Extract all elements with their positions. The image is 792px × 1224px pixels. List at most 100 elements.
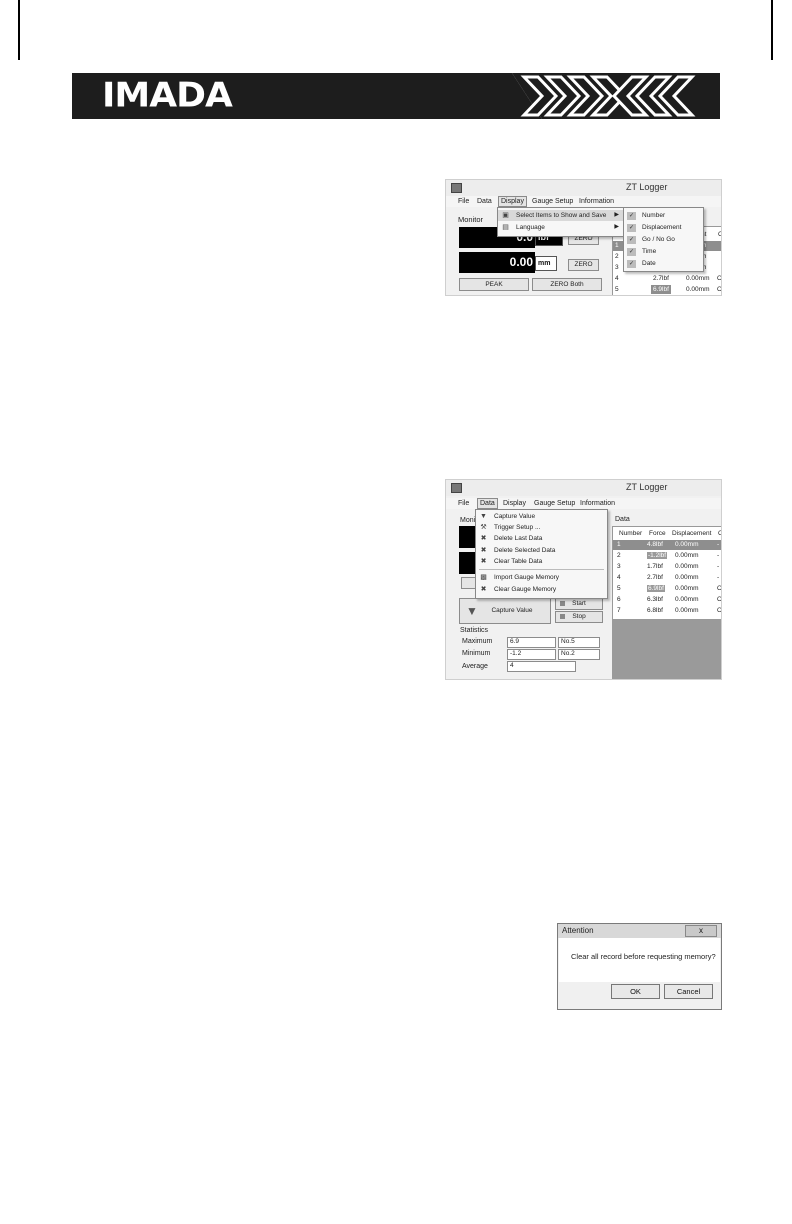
attention-dialog: Attention x Clear all record before requ… xyxy=(557,923,722,1010)
menu-information[interactable]: Information xyxy=(580,500,615,507)
window-title: ZT Logger xyxy=(626,482,668,492)
column-header-number[interactable]: Number xyxy=(619,530,642,537)
table-row[interactable]: 2 xyxy=(617,552,621,559)
close-button[interactable]: x xyxy=(685,925,717,937)
table-cell: 0.00mm xyxy=(675,563,699,570)
submenu-item-time[interactable]: ✓ Time xyxy=(624,246,703,257)
delete-icon: ✖ xyxy=(480,586,487,593)
menu-gauge-setup[interactable]: Gauge Setup xyxy=(532,198,573,205)
table-cell: 2.7lbf xyxy=(653,275,669,282)
menu-item-language[interactable]: ▤ Language ▶ xyxy=(498,222,623,233)
window-title: ZT Logger xyxy=(626,182,668,192)
data-table: Number Force Displacement C 1 4.8lbf 0.00m… xyxy=(612,526,721,620)
capture-value-button[interactable]: ▼ Capture Value xyxy=(459,598,551,624)
menu-display[interactable]: Display xyxy=(498,196,527,207)
stat-label-maximum: Maximum xyxy=(462,638,493,645)
menu-item-select-items[interactable]: ▣ Select Items to Show and Save ▶ xyxy=(498,210,623,221)
table-cell: - xyxy=(717,541,720,548)
title-bar: ZT Logger xyxy=(446,480,721,496)
ok-button[interactable]: OK xyxy=(611,984,660,999)
stat-no-minimum: No.2 xyxy=(558,649,600,660)
menu-information[interactable]: Information xyxy=(579,198,614,205)
data-menu: ▼ Capture Value ⚒ Trigger Setup ... ✖ Delet… xyxy=(475,509,608,599)
start-button[interactable]: Start xyxy=(555,598,603,610)
table-cell: 4.8lbf xyxy=(647,541,663,548)
language-icon: ▤ xyxy=(502,224,509,231)
menu-item-trigger-setup[interactable]: ⚒ Trigger Setup ... xyxy=(476,522,607,533)
zero-displacement-button[interactable]: ZERO xyxy=(568,259,599,271)
table-row[interactable]: 3 xyxy=(615,264,619,271)
menu-item-capture-value[interactable]: ▼ Capture Value xyxy=(476,511,607,522)
menu-data[interactable]: Data xyxy=(477,198,492,205)
menu-data[interactable]: Data xyxy=(477,498,498,509)
menu-bar: File Data Display Gauge Setup Informatio… xyxy=(446,498,721,509)
table-cell: O xyxy=(717,286,722,293)
wrench-icon: ⚒ xyxy=(480,524,487,531)
submenu-item-date[interactable]: ✓ Date xyxy=(624,258,703,269)
table-cell: - xyxy=(717,574,720,581)
dialog-title: Attention xyxy=(562,926,594,935)
title-bar: ZT Logger xyxy=(446,180,721,196)
table-row[interactable]: 5 xyxy=(615,286,619,293)
table-row[interactable]: 4 xyxy=(617,574,621,581)
column-header-c[interactable]: C xyxy=(718,530,721,537)
table-row[interactable]: 6 xyxy=(617,596,621,603)
table-row[interactable]: 3 xyxy=(617,563,621,570)
stop-icon xyxy=(560,614,565,619)
table-cell: -1.2lbf xyxy=(647,552,668,559)
stat-no-maximum: No.5 xyxy=(558,637,600,648)
column-header-fragment: C xyxy=(718,231,721,238)
zt-logger-window-data-menu: ZT Logger File Data Display Gauge Setup … xyxy=(445,479,722,680)
table-row[interactable]: 1 xyxy=(617,541,621,548)
dialog-title-bar: Attention x xyxy=(558,924,721,938)
stop-button[interactable]: Stop xyxy=(555,611,603,623)
column-header-displacement[interactable]: Displacement xyxy=(672,530,711,537)
table-cell: 0.00mm xyxy=(675,552,699,559)
select-items-submenu: ✓ Number ✓ Displacement ✓ Go / No Go ✓ Time … xyxy=(623,207,704,272)
statistics-label: Statistics xyxy=(460,627,489,634)
data-label: Data xyxy=(615,516,630,523)
stat-label-average: Average xyxy=(462,663,488,670)
table-cell: 0.00mm xyxy=(675,596,699,603)
monitor-label: Monitor xyxy=(458,215,484,224)
menu-item-delete-last-data[interactable]: ✖ Delete Last Data xyxy=(476,533,607,544)
header-banner: IMADA xyxy=(72,73,720,119)
peak-button[interactable]: PEAK xyxy=(459,278,529,291)
stat-value-average: 4 xyxy=(507,661,576,672)
cancel-button[interactable]: Cancel xyxy=(664,984,713,999)
submenu-arrow-icon: ▶ xyxy=(614,212,619,218)
menu-item-clear-table-data[interactable]: ✖ Clear Table Data xyxy=(476,556,607,567)
delete-icon: ✖ xyxy=(480,547,487,554)
submenu-item-go-no-go[interactable]: ✓ Go / No Go xyxy=(624,234,703,245)
submenu-item-number[interactable]: ✓ Number xyxy=(624,210,703,221)
crop-mark-top-right xyxy=(771,0,773,60)
table-row[interactable]: 5 xyxy=(617,585,621,592)
menu-file[interactable]: File xyxy=(458,500,469,507)
menu-gauge-setup[interactable]: Gauge Setup xyxy=(534,500,575,507)
table-cell: 1.7lbf xyxy=(647,563,663,570)
menu-item-delete-selected-data[interactable]: ✖ Delete Selected Data xyxy=(476,545,607,556)
menu-display[interactable]: Display xyxy=(503,500,526,507)
app-icon xyxy=(451,183,462,193)
monitor-label: Moni xyxy=(460,517,476,524)
table-row[interactable]: 7 xyxy=(617,607,621,614)
column-header-force[interactable]: Force xyxy=(649,530,666,537)
table-cell: 0.00mm xyxy=(675,607,699,614)
table-row[interactable]: 1 xyxy=(615,242,619,249)
menu-item-clear-gauge-memory[interactable]: ✖ Clear Gauge Memory xyxy=(476,584,607,595)
table-row[interactable]: 2 xyxy=(615,253,619,260)
zero-both-button[interactable]: ZERO Both xyxy=(532,278,602,291)
menu-item-import-gauge-memory[interactable]: ▩ Import Gauge Memory xyxy=(476,572,607,583)
menu-separator xyxy=(479,569,604,570)
table-row-selected[interactable] xyxy=(613,540,721,550)
table-cell: O xyxy=(717,275,722,282)
zt-logger-window-display-menu: ZT Logger File Data Display Gauge Setup … xyxy=(445,179,722,296)
check-icon: ✓ xyxy=(627,260,636,268)
stat-value-minimum: -1.2 xyxy=(507,649,556,660)
menu-file[interactable]: File xyxy=(458,198,469,205)
table-row[interactable]: 4 xyxy=(615,275,619,282)
crop-mark-top-left xyxy=(18,0,20,60)
table-cell: 6.9lbf xyxy=(647,585,665,592)
submenu-item-displacement[interactable]: ✓ Displacement xyxy=(624,222,703,233)
table-cell: 2.7lbf xyxy=(647,574,663,581)
